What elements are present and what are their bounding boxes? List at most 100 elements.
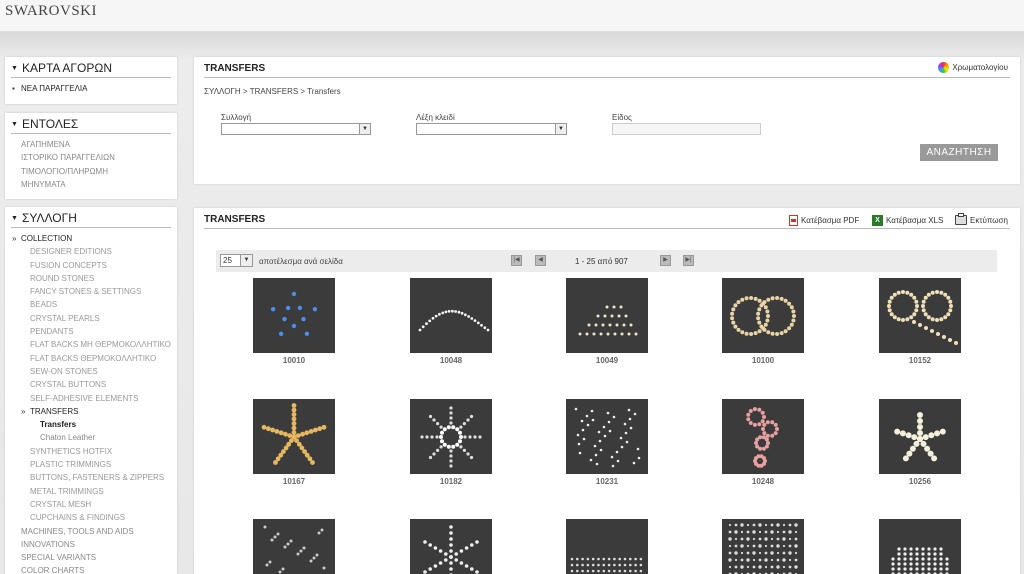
collapse-triangle-icon: ▼	[11, 64, 18, 72]
crystal-pattern-image	[578, 305, 638, 336]
keyword-select[interactable]: ▼	[416, 123, 567, 135]
crystal-pattern-image	[574, 407, 641, 468]
sidebar-item[interactable]: METAL TRIMMINGS	[5, 485, 177, 498]
chevron-down-icon: ▼	[240, 255, 252, 266]
product-thumbnail[interactable]	[566, 519, 648, 574]
chevron-down-icon: ▼	[359, 124, 370, 134]
product-thumbnail[interactable]	[410, 399, 492, 474]
collection-select[interactable]: ▼	[221, 123, 371, 135]
crystal-pattern-image	[730, 296, 796, 336]
product-code[interactable]: 10182	[410, 477, 492, 486]
crystal-pattern-image	[894, 412, 946, 462]
crystal-pattern-image	[728, 523, 798, 574]
sidebar-item-invoice[interactable]: ΤΙΜΟΛΟΓΙΟ/ΠΛΗΡΩΜΗ	[5, 165, 177, 178]
sidebar-item-order-history[interactable]: ΙΣΤΟΡΙΚΟ ΠΑΡΑΓΓΕΛΙΩΝ	[5, 151, 177, 164]
breadcrumb[interactable]: ΣΥΛΛΟΓΗ > TRANSFERS > Transfers	[204, 87, 341, 96]
crystal-pattern-image	[891, 547, 949, 574]
sidebar-item-collection[interactable]: » COLLECTION	[5, 232, 177, 245]
product-thumbnail[interactable]	[410, 278, 492, 353]
color-wheel-icon	[938, 62, 950, 73]
product-code[interactable]: 10048	[410, 356, 492, 365]
type-input[interactable]	[612, 123, 761, 135]
crystal-pattern-image	[418, 309, 490, 332]
first-page-button[interactable]: |◀	[511, 255, 522, 266]
double-chevron-icon: »	[21, 406, 26, 416]
sidebar-item-messages[interactable]: ΜΗΝΥΜΑΤΑ	[5, 178, 177, 191]
collection-panel: ▼ ΣΥΛΛΟΓΗ » COLLECTION DESIGNER EDITIONS F…	[5, 207, 177, 574]
sidebar-item[interactable]: BUTTONS, FASTENERS & ZIPPERS	[5, 471, 177, 484]
pagination-bar: 25 ▼ αποτέλεσμα ανά σελίδα |◀ ◀ 1 - 25 απ…	[216, 250, 997, 272]
crystal-pattern-image	[420, 406, 482, 468]
product-thumbnail[interactable]	[722, 519, 804, 574]
sidebar-item[interactable]: FLAT BACKS ΘΕΡΜΟΚΟΛΛΗΤΙΚΟ	[5, 352, 177, 365]
product-code[interactable]: 10010	[253, 356, 335, 365]
sidebar-item[interactable]: BEADS	[5, 298, 177, 311]
double-chevron-icon: »	[12, 234, 17, 243]
sidebar-item[interactable]: CRYSTAL MESH	[5, 498, 177, 511]
per-page-select[interactable]: 25 ▼	[220, 254, 253, 267]
sidebar-item[interactable]: FANCY STONES & SETTINGS	[5, 285, 177, 298]
divider	[11, 77, 171, 78]
next-page-button[interactable]: ▶	[660, 255, 671, 266]
product-code[interactable]: 10231	[566, 477, 648, 486]
sidebar-item[interactable]: FLAT BACKS ΜΗ ΘΕΡΜΟΚΟΛΛΗΤΙΚΟ	[5, 338, 177, 351]
download-xls-link[interactable]: X Κατέβασμα XLS	[872, 215, 943, 226]
swarovski-logo[interactable]: SWAROVSKI	[5, 3, 97, 20]
sidebar-item[interactable]: SELF-ADHESIVE ELEMENTS	[5, 392, 177, 405]
top-header: SWAROVSKI	[0, 0, 1024, 32]
product-thumbnail[interactable]	[410, 519, 492, 574]
product-thumbnail[interactable]	[566, 278, 648, 353]
sidebar-item[interactable]: SYNTHETICS HOTFIX	[5, 445, 177, 458]
product-code[interactable]: 10248	[722, 477, 804, 486]
sidebar-subitem-transfers-active[interactable]: Transfers	[5, 418, 177, 431]
product-code[interactable]: 10049	[566, 356, 648, 365]
sidebar-item[interactable]: CRYSTAL BUTTONS	[5, 378, 177, 391]
product-thumbnail[interactable]	[566, 399, 648, 474]
commands-title[interactable]: ▼ ΕΝΤΟΛΕΣ	[5, 113, 177, 133]
download-pdf-link[interactable]: Κατέβασμα PDF	[789, 215, 859, 226]
print-link[interactable]: Εκτύπωση	[955, 213, 1008, 225]
last-page-button[interactable]: ▶|	[683, 255, 694, 266]
search-button[interactable]: ΑΝΑΖΗΤΗΣΗ	[920, 144, 998, 161]
product-thumbnail[interactable]	[722, 399, 804, 474]
sidebar-item[interactable]: CRYSTAL PEARLS	[5, 312, 177, 325]
sidebar-subitem[interactable]: Chaton Leather	[5, 431, 177, 444]
product-thumbnail[interactable]	[879, 278, 961, 353]
collection-title[interactable]: ▼ ΣΥΛΛΟΓΗ	[5, 207, 177, 227]
color-chart-link[interactable]: Χρωματολογίου	[938, 62, 1008, 73]
product-thumbnail[interactable]	[879, 519, 961, 574]
product-thumbnail[interactable]	[879, 399, 961, 474]
divider	[11, 133, 171, 134]
sidebar-item[interactable]: CUPCHAINS & FINDINGS	[5, 511, 177, 524]
sidebar-item[interactable]: MACHINES, TOOLS AND AIDS	[5, 525, 177, 538]
cart-title[interactable]: ▼ ΚΑΡΤΑ ΑΓΟΡΩΝ	[5, 57, 177, 77]
sidebar-item[interactable]: FUSION CONCEPTS	[5, 259, 177, 272]
pdf-icon	[789, 215, 798, 226]
square-bullet-icon: ▪	[12, 84, 15, 93]
sidebar-item-new-order[interactable]: ▪ ΝΕΑ ΠΑΡΑΓΓΕΛΙΑ	[5, 82, 177, 95]
product-code[interactable]: 10100	[722, 356, 804, 365]
product-thumbnail[interactable]	[253, 278, 335, 353]
product-code[interactable]: 10256	[879, 477, 961, 486]
sidebar-item[interactable]: COLOR CHARTS	[5, 564, 177, 574]
sidebar-item[interactable]: SPECIAL VARIANTS	[5, 551, 177, 564]
product-thumbnail[interactable]	[722, 278, 804, 353]
page-range: 1 - 25 από 907	[575, 257, 628, 266]
collection-label: Συλλογή	[221, 113, 252, 122]
divider	[204, 77, 1010, 78]
excel-icon: X	[872, 215, 883, 226]
sidebar-item[interactable]: INNOVATIONS	[5, 538, 177, 551]
product-thumbnail[interactable]	[253, 399, 335, 474]
prev-page-button[interactable]: ◀	[535, 255, 546, 266]
product-code[interactable]: 10167	[253, 477, 335, 486]
sidebar-item[interactable]: PENDANTS	[5, 325, 177, 338]
collapse-triangle-icon: ▼	[11, 120, 18, 128]
sidebar-item[interactable]: SEW-ON STONES	[5, 365, 177, 378]
product-code[interactable]: 10152	[879, 356, 961, 365]
product-thumbnail[interactable]	[253, 519, 335, 574]
sidebar-item-transfers[interactable]: » TRANSFERS	[5, 405, 177, 418]
sidebar-item-favorites[interactable]: ΑΓΑΠΗΜΕΝΑ	[5, 138, 177, 151]
sidebar-item[interactable]: PLASTIC TRIMMINGS	[5, 458, 177, 471]
sidebar-item[interactable]: DESIGNER EDITIONS	[5, 245, 177, 258]
sidebar-item[interactable]: ROUND STONES	[5, 272, 177, 285]
